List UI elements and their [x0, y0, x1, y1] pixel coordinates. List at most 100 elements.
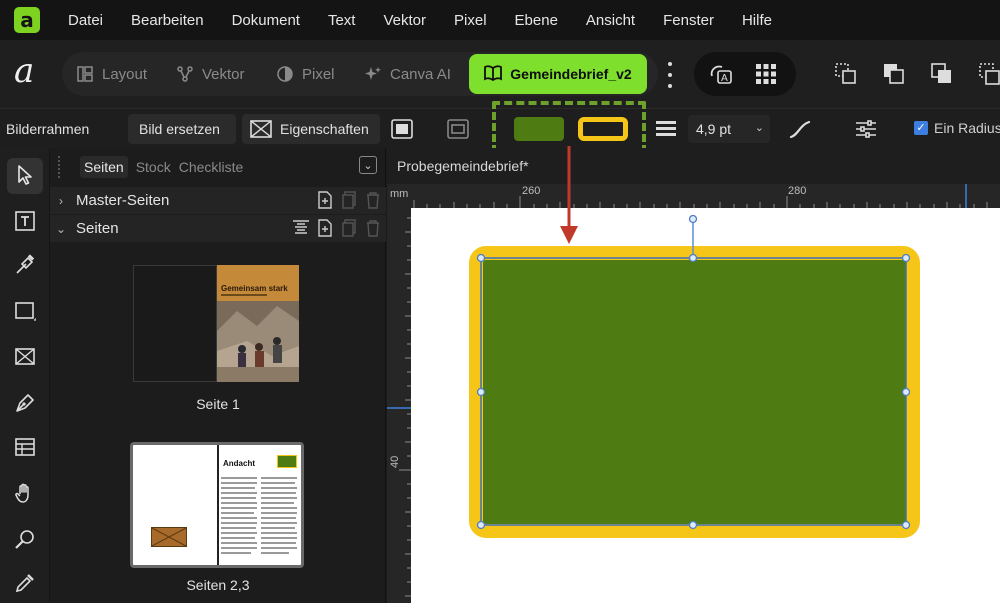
text-style-icon[interactable]: A	[708, 62, 732, 86]
main-toolbar: a Layout Vektor Pixel Canva AI Gemeindeb…	[0, 40, 1000, 108]
document-name-tab[interactable]: Probegemeindebrief*	[397, 158, 529, 174]
tool-strip	[0, 148, 50, 603]
more-options-icon[interactable]	[662, 62, 678, 88]
arrange-back-icon[interactable]	[882, 62, 906, 86]
adjustments-icon[interactable]	[854, 117, 878, 141]
page-thumbnail-2-3[interactable]: Andacht	[130, 442, 304, 568]
persona-pixel-label: Pixel	[302, 65, 335, 83]
add-page-icon[interactable]	[316, 190, 334, 210]
picture-frame-tool[interactable]	[7, 340, 43, 376]
table-grid-tool[interactable]	[7, 430, 43, 466]
menu-hilfe[interactable]: Hilfe	[730, 12, 788, 29]
spread-title: Andacht	[223, 459, 255, 468]
hand-tool[interactable]	[7, 476, 43, 512]
delete-icon[interactable]	[364, 218, 382, 238]
brand-logo[interactable]: a	[14, 54, 34, 88]
vector-icon	[176, 65, 194, 83]
persona-canva-ai-label: Canva AI	[390, 65, 451, 83]
chevron-down-icon: ⌄	[754, 122, 764, 134]
sparkle-icon	[364, 65, 382, 83]
spread-body-text	[221, 477, 297, 554]
page-1-caption: Seite 1	[196, 396, 240, 412]
tab-stock[interactable]: Stock	[136, 159, 171, 175]
eyedropper-tool[interactable]	[7, 566, 43, 602]
cover-photo	[217, 301, 299, 382]
tab-checkliste[interactable]: Checkliste	[179, 159, 244, 175]
horizontal-ruler[interactable]: mm 260 280	[387, 184, 1000, 208]
menu-bearbeiten[interactable]: Bearbeiten	[119, 12, 220, 29]
delete-icon[interactable]	[364, 190, 382, 210]
vertical-ruler[interactable]: 40	[387, 208, 411, 603]
image-frame-icon	[250, 120, 272, 138]
duplicate-page-icon[interactable]	[340, 190, 358, 210]
move-tool[interactable]	[7, 158, 43, 194]
table-tool[interactable]	[7, 248, 43, 284]
fill-frame-icon[interactable]	[446, 117, 470, 141]
persona-layout-label: Layout	[102, 65, 148, 83]
color-picker-icon	[14, 253, 36, 279]
stroke-width-value: 4,9 pt	[696, 121, 732, 137]
duplicate-page-icon[interactable]	[340, 218, 358, 238]
view-mode-group: A	[694, 52, 796, 96]
menu-bar: a Datei Bearbeiten Dokument Text Vektor …	[0, 0, 1000, 40]
menu-ebene[interactable]: Ebene	[503, 12, 574, 29]
canvas-page[interactable]	[411, 208, 1000, 603]
stroke-style-icon[interactable]	[654, 117, 678, 141]
eyedropper-icon	[14, 572, 36, 597]
tool-name-label: Bilderrahmen	[6, 121, 90, 137]
grid-icon[interactable]	[754, 62, 778, 86]
menu-fenster[interactable]: Fenster	[651, 12, 730, 29]
ruler-ticks	[413, 184, 988, 208]
arrange-forward-icon[interactable]	[930, 62, 954, 86]
zoom-icon	[14, 528, 36, 553]
properties-label: Eigenschaften	[280, 121, 369, 137]
radius-label: Ein Radius	[934, 120, 1000, 136]
menu-pixel[interactable]: Pixel	[442, 12, 503, 29]
rectangle-icon	[14, 300, 37, 325]
pressure-curve-icon[interactable]	[788, 117, 812, 141]
chevron-right-icon: ›	[59, 193, 63, 208]
cover-page: Gemeinsam stark	[217, 265, 299, 382]
cover-title: Gemeinsam stark	[221, 284, 288, 293]
arrange-backward-icon[interactable]	[976, 62, 1000, 86]
document-tab-active[interactable]: Gemeindebrief_v2	[469, 54, 647, 94]
persona-vektor[interactable]: Vektor	[176, 52, 245, 96]
fit-frame-icon[interactable]	[390, 117, 414, 141]
arrange-front-icon[interactable]	[834, 62, 858, 86]
swatch-highlight-box	[492, 101, 646, 153]
menu-datei[interactable]: Datei	[56, 12, 119, 29]
app-logo[interactable]: a	[14, 7, 40, 33]
persona-pixel[interactable]: Pixel	[276, 52, 335, 96]
menu-text[interactable]: Text	[316, 12, 372, 29]
menu-vektor[interactable]: Vektor	[371, 12, 442, 29]
section-master-pages[interactable]: › Master-Seiten	[50, 187, 386, 214]
hand-icon	[14, 482, 36, 507]
replace-image-label: Bild ersetzen	[139, 121, 220, 137]
properties-button[interactable]: Eigenschaften	[242, 114, 380, 144]
pages-panel: Seiten Stock Checkliste ⌄ › Master-Seite…	[50, 148, 386, 603]
page-thumbnail-1[interactable]: Gemeinsam stark	[133, 263, 301, 383]
spread-image-frame	[151, 527, 187, 547]
persona-vektor-label: Vektor	[202, 65, 245, 83]
persona-layout[interactable]: Layout	[76, 52, 147, 96]
replace-image-button[interactable]: Bild ersetzen	[128, 114, 236, 144]
drag-handle-icon[interactable]	[58, 156, 72, 178]
zoom-tool[interactable]	[7, 522, 43, 558]
section-pages[interactable]: ⌄ Seiten	[50, 215, 386, 242]
persona-canva-ai[interactable]: Canva AI	[364, 52, 451, 96]
frame-text-tool[interactable]	[7, 204, 43, 240]
chevron-down-icon[interactable]: ⌄	[359, 156, 377, 174]
tab-seiten[interactable]: Seiten	[80, 156, 128, 178]
stroke-width-field[interactable]: 4,9 pt ⌄	[688, 115, 770, 143]
radius-checkbox[interactable]: ✓	[914, 121, 928, 135]
add-page-icon[interactable]	[316, 218, 334, 238]
layout-icon	[76, 65, 94, 83]
rectangle-tool[interactable]	[7, 294, 43, 330]
menu-dokument[interactable]: Dokument	[220, 12, 316, 29]
pen-tool[interactable]	[7, 386, 43, 422]
book-icon	[484, 64, 503, 84]
page-layout-icon[interactable]	[292, 218, 310, 238]
menu-ansicht[interactable]: Ansicht	[574, 12, 651, 29]
pages-2-3-caption: Seiten 2,3	[186, 577, 250, 593]
spread-green-frame	[277, 455, 297, 468]
